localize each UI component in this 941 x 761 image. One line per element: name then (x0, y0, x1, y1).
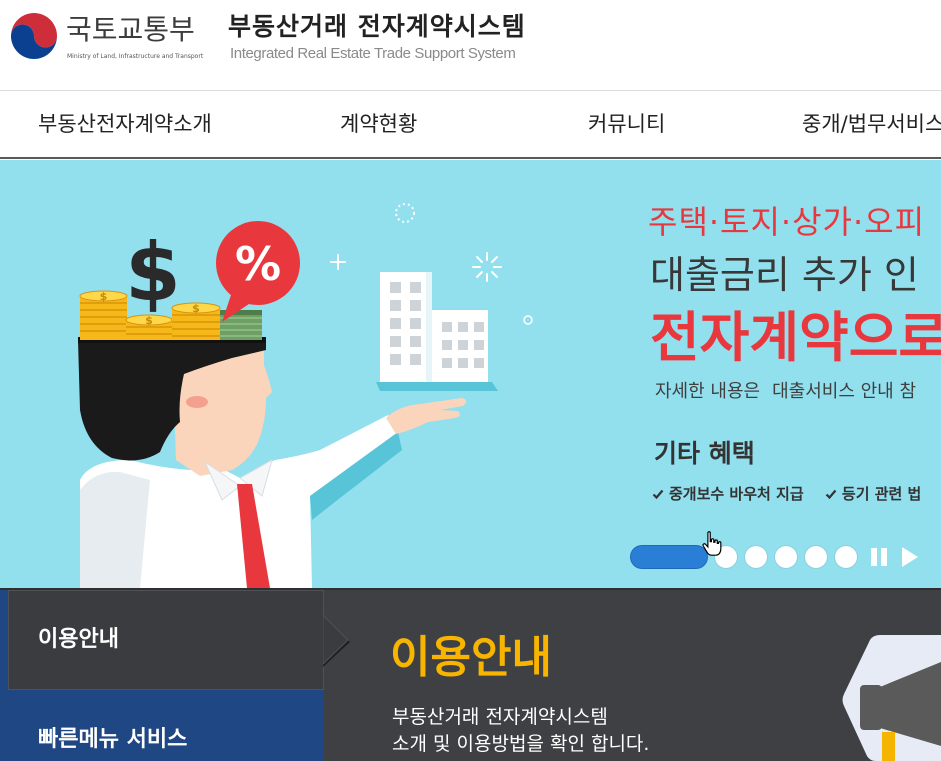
check-icon (825, 489, 837, 500)
coin-dollar-mark: $ (192, 302, 200, 315)
carousel-indicator[interactable] (745, 546, 767, 568)
main-banner[interactable]: $ $ $ $ % 주택·토지·상가·오피 대출금리 추가 인 전자계약으로 자… (0, 160, 941, 588)
sidebar-item-quick-menu[interactable]: 빠른메뉴 서비스 (0, 690, 324, 761)
benefit-label: 중개보수 바우처 지급 (669, 485, 804, 503)
banner-property-types: 주택·토지·상가·오피 (648, 203, 926, 241)
nav-item-e-contract-intro[interactable]: 부동산전자계약소개 (38, 91, 238, 157)
dashed-circle-decoration (395, 203, 415, 223)
small-circle-decoration (523, 315, 533, 325)
benefit-label: 등기 관련 법 (841, 485, 922, 503)
carousel-indicator[interactable] (835, 546, 857, 568)
banner-illustration: $ $ $ $ % (78, 203, 533, 588)
percent-sign: % (235, 237, 281, 291)
plus-decoration (330, 254, 346, 270)
ministry-name-en: Ministry of Land, Infrastructure and Tra… (67, 53, 204, 60)
guide-title: 이용안내 (390, 632, 552, 683)
nav-item-brokerage-legal-services[interactable]: 중개/법무서비스 (802, 91, 941, 157)
coin-dollar-mark: $ (100, 290, 108, 303)
pause-icon[interactable] (869, 547, 889, 567)
banner-headline: 대출금리 추가 인 (650, 253, 919, 297)
system-subtitle: Integrated Real Estate Trade Support Sys… (230, 45, 516, 62)
active-pointer-arrow-icon (323, 615, 350, 667)
dollar-sign-icon: $ (125, 226, 181, 319)
site-header: 국토교통부 Ministry of Land, Infrastructure a… (0, 0, 941, 91)
ministry-name[interactable]: 국토교통부 (66, 12, 195, 48)
nav-item-community[interactable]: 커뮤니티 (588, 91, 708, 157)
check-icon (652, 489, 664, 500)
carousel-indicators (631, 546, 865, 568)
play-icon[interactable] (902, 547, 918, 567)
megaphone-icon[interactable] (840, 632, 941, 761)
carousel-controls (631, 546, 918, 568)
loan-service-guide-link[interactable]: 대출서비스 안내 참 (772, 381, 916, 402)
benefit-item: 중개보수 바우처 지급 (652, 484, 804, 504)
benefits-title: 기타 혜택 (654, 439, 755, 468)
benefit-item: 등기 관련 법 (825, 484, 921, 504)
guide-description-line: 부동산거래 전자계약시스템 (392, 706, 608, 728)
carousel-indicator[interactable] (805, 546, 827, 568)
page: 국토교통부 Ministry of Land, Infrastructure a… (0, 0, 941, 761)
carousel-indicator[interactable] (775, 546, 797, 568)
banner-detail: 자세한 내용은 대출서비스 안내 참 (655, 380, 941, 404)
government-emblem-icon[interactable] (10, 12, 58, 60)
banner-highlight: 전자계약으로 (650, 306, 941, 369)
percent-speech-bubble-icon: % (216, 221, 300, 322)
main-nav: 부동산전자계약소개 계약현황 커뮤니티 중개/법무서비스 (0, 91, 941, 159)
carousel-indicator-active[interactable] (631, 546, 707, 568)
benefits-list: 중개보수 바우처 지급 등기 관련 법 (652, 484, 941, 504)
sidebar-item-usage-guide[interactable]: 이용안내 (8, 590, 324, 690)
banner-detail-prefix: 자세한 내용은 (655, 381, 761, 402)
nav-item-contract-status[interactable]: 계약현황 (340, 91, 460, 157)
service-guide-section: 빠른메뉴 서비스 이용안내 이용안내 부동산거래 전자계약시스템 소개 및 이용… (0, 588, 941, 761)
building-icon (376, 272, 498, 391)
guide-description-line: 소개 및 이용방법을 확인 합니다. (392, 733, 650, 755)
sparkle-decoration (472, 252, 502, 282)
system-title[interactable]: 부동산거래 전자계약시스템 (228, 10, 526, 44)
carousel-indicator[interactable] (715, 546, 737, 568)
